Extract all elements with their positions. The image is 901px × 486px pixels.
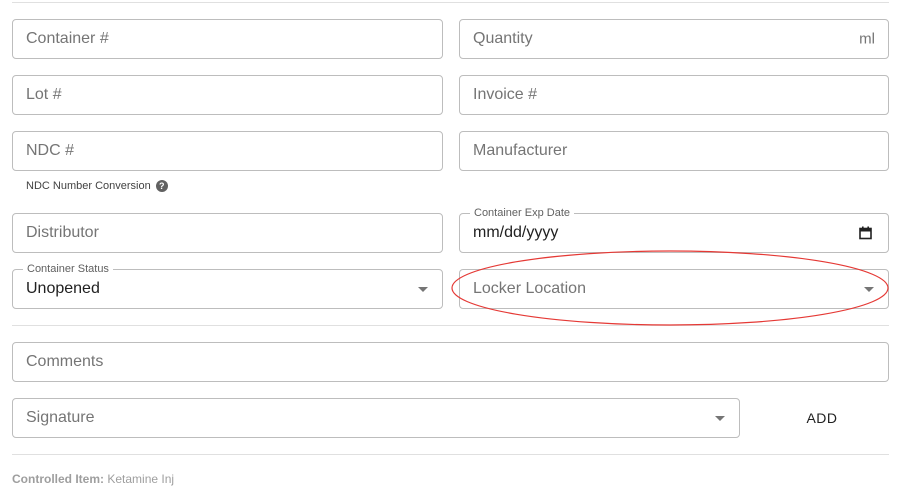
locker-location-placeholder: Locker Location: [473, 280, 586, 297]
signature-placeholder: Signature: [26, 409, 95, 426]
chevron-down-icon: [864, 287, 874, 292]
comments-input[interactable]: Comments: [12, 342, 889, 382]
signature-select[interactable]: Signature: [12, 398, 740, 438]
quantity-input[interactable]: Quantity ml: [459, 19, 889, 59]
top-divider: [12, 2, 889, 3]
add-button[interactable]: ADD: [782, 404, 862, 432]
calendar-icon[interactable]: [859, 226, 872, 240]
container-status-label: Container Status: [23, 263, 113, 275]
invoice-number-input[interactable]: Invoice #: [459, 75, 889, 115]
controlled-item-value: Ketamine Inj: [107, 472, 175, 486]
help-circle-icon[interactable]: ?: [155, 180, 168, 192]
container-exp-date-input[interactable]: Container Exp Date mm/dd/yyyy: [459, 207, 889, 253]
distributor-placeholder: Distributor: [26, 224, 99, 241]
ndc-conversion-label: NDC Number Conversion: [26, 180, 151, 192]
ndc-number-placeholder: NDC #: [26, 142, 75, 159]
manufacturer-input[interactable]: Manufacturer: [459, 131, 889, 171]
lot-number-input[interactable]: Lot #: [12, 75, 443, 115]
quantity-unit: ml: [859, 30, 875, 48]
bottom-divider: [12, 454, 889, 455]
ndc-conversion-helper: NDC Number Conversion ?: [26, 180, 168, 192]
invoice-number-placeholder: Invoice #: [473, 86, 538, 103]
quantity-placeholder: Quantity: [473, 30, 533, 47]
container-status-select[interactable]: Container Status Unopened: [12, 263, 443, 309]
container-number-input[interactable]: Container #: [12, 19, 443, 59]
controlled-item-label: Controlled Item:: [12, 472, 104, 486]
container-exp-date-label: Container Exp Date: [470, 207, 574, 219]
section-divider: [12, 325, 889, 326]
locker-location-select[interactable]: Locker Location: [459, 269, 889, 309]
controlled-item-info: Controlled Item: Ketamine Inj: [12, 472, 174, 486]
comments-placeholder: Comments: [26, 353, 104, 370]
container-status-value: Unopened: [26, 280, 100, 297]
manufacturer-placeholder: Manufacturer: [473, 142, 568, 159]
lot-number-placeholder: Lot #: [26, 86, 62, 103]
ndc-number-input[interactable]: NDC #: [12, 131, 443, 171]
container-exp-date-value: mm/dd/yyyy: [473, 224, 559, 241]
container-number-placeholder: Container #: [26, 30, 109, 47]
chevron-down-icon: [418, 287, 428, 292]
chevron-down-icon: [715, 416, 725, 421]
distributor-input[interactable]: Distributor: [12, 213, 443, 253]
